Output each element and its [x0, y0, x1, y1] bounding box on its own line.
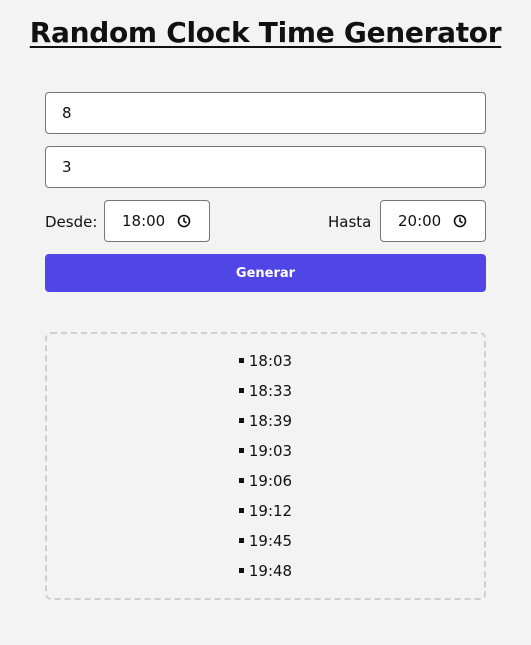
square-bullet-icon [238, 538, 244, 543]
time-value: 19:06 [248, 472, 293, 490]
results-list: 18:03 18:33 18:39 19:03 19:06 19:12 19:4… [47, 334, 484, 590]
square-bullet-icon [238, 388, 244, 393]
page-title: Random Clock Time Generator [29, 16, 502, 49]
quantity-input[interactable] [45, 92, 486, 134]
from-label: Desde: [45, 213, 98, 231]
time-value: 19:12 [248, 502, 293, 520]
generate-button[interactable]: Generar [45, 254, 486, 292]
list-item: 18:03 [47, 350, 484, 380]
list-item: 19:12 [47, 500, 484, 530]
results-panel: 18:03 18:33 18:39 19:03 19:06 19:12 19:4… [45, 332, 486, 600]
time-value: 18:33 [248, 382, 293, 400]
square-bullet-icon [238, 568, 244, 573]
to-label: Hasta [328, 213, 372, 231]
square-bullet-icon [238, 418, 244, 423]
time-value: 19:48 [248, 562, 293, 580]
time-value: 19:03 [248, 442, 293, 460]
to-time-value: 20:00 [398, 212, 442, 230]
second-number-input[interactable] [45, 146, 486, 188]
clock-icon[interactable] [176, 213, 192, 229]
from-time-value: 18:00 [122, 212, 166, 230]
list-item: 19:48 [47, 560, 484, 590]
from-time-input[interactable]: 18:00 [104, 200, 210, 242]
list-item: 19:45 [47, 530, 484, 560]
square-bullet-icon [238, 358, 244, 363]
list-item: 19:03 [47, 440, 484, 470]
time-value: 19:45 [248, 532, 293, 550]
page: Random Clock Time Generator Desde: 18:00… [0, 0, 531, 645]
list-item: 18:33 [47, 380, 484, 410]
list-item: 19:06 [47, 470, 484, 500]
time-value: 18:39 [248, 412, 293, 430]
time-value: 18:03 [248, 352, 293, 370]
list-item: 18:39 [47, 410, 484, 440]
square-bullet-icon [238, 478, 244, 483]
to-time-input[interactable]: 20:00 [380, 200, 486, 242]
square-bullet-icon [238, 508, 244, 513]
square-bullet-icon [238, 448, 244, 453]
clock-icon[interactable] [452, 213, 468, 229]
